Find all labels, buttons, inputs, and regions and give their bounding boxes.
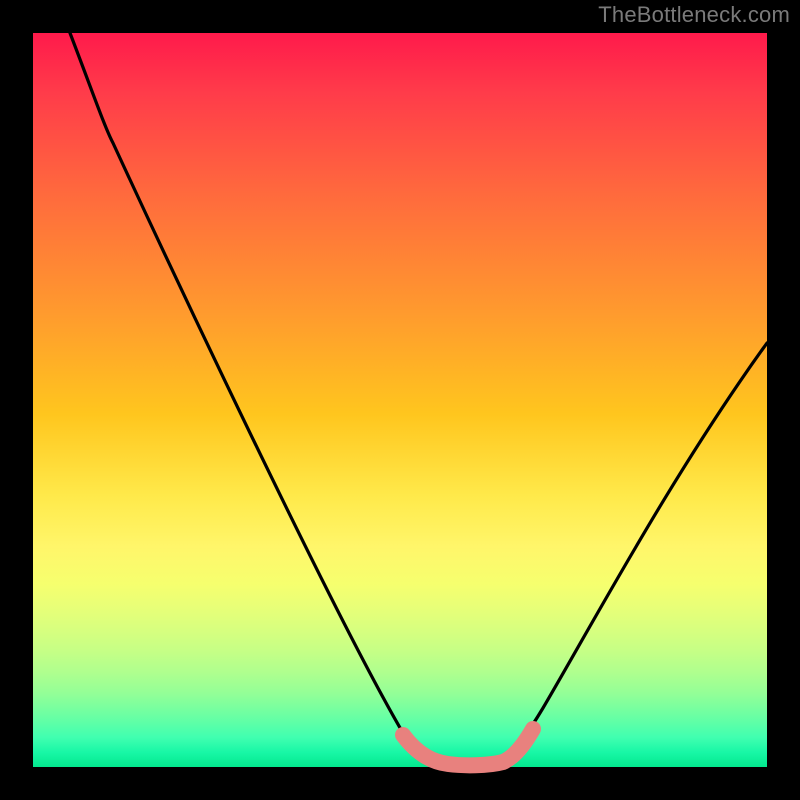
chart-frame: TheBottleneck.com <box>0 0 800 800</box>
watermark-label: TheBottleneck.com <box>598 2 790 28</box>
plot-area <box>33 33 767 767</box>
bottleneck-curve <box>70 33 767 764</box>
optimal-band <box>403 729 533 765</box>
curve-layer <box>33 33 767 767</box>
